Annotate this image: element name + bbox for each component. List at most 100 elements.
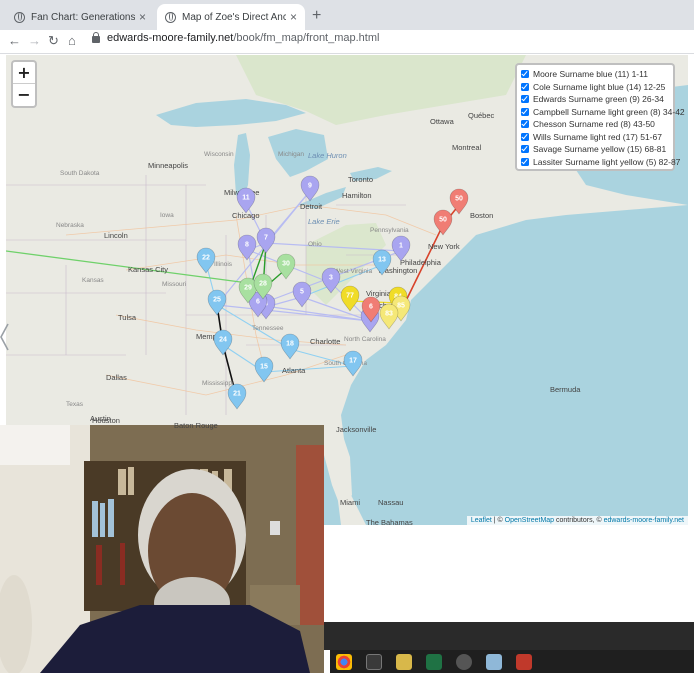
app-icon[interactable] <box>516 653 532 670</box>
marker-label: 8 <box>245 242 249 249</box>
tab-fan-chart[interactable]: Fan Chart: Generations: 8 × <box>6 4 154 30</box>
map-marker[interactable]: 83 <box>379 303 399 330</box>
forward-button[interactable]: → <box>28 33 41 48</box>
layer-label: Cole Surname light blue (14) 12-25 <box>533 81 666 92</box>
map-marker[interactable]: 30 <box>276 253 296 280</box>
url-host: edwards-moore-family.net <box>107 32 234 44</box>
layer-label: Savage Surname yellow (15) 68-81 <box>533 144 667 155</box>
layer-label: Wills Surname light red (17) 51-67 <box>533 131 662 142</box>
marker-label: 5 <box>300 289 304 296</box>
checkbox[interactable] <box>521 95 529 104</box>
layer-toggle[interactable]: Wills Surname light red (17) 51-67 <box>521 131 669 144</box>
marker-label: 9 <box>308 183 312 190</box>
checkbox[interactable] <box>521 120 529 129</box>
marker-label: 30 <box>282 261 290 268</box>
tab-ancestor-map[interactable]: Map of Zoe's Direct Ancestors × <box>157 4 305 30</box>
map-marker[interactable]: 50 <box>449 188 469 215</box>
address-bar[interactable]: edwards-moore-family.net/book/fm_map/fro… <box>92 32 379 44</box>
marker-label: 17 <box>349 358 357 365</box>
zoom-control: + − <box>11 60 37 108</box>
browser-toolbar: ← → ↻ ⌂ edwards-moore-family.net/book/fm… <box>0 30 694 54</box>
ancestor-map[interactable]: MinneapolisMilwaukeeChicagoDetroitToront… <box>6 55 688 525</box>
marker-label: 18 <box>286 341 294 348</box>
map-marker[interactable]: 25 <box>207 289 227 316</box>
layer-toggle[interactable]: Chesson Surname red (8) 43-50 <box>521 118 669 131</box>
globe-icon <box>14 11 25 23</box>
home-button[interactable]: ⌂ <box>68 33 76 48</box>
map-marker[interactable]: 15 <box>254 356 274 383</box>
layer-toggle[interactable]: Savage Surname yellow (15) 68-81 <box>521 143 669 156</box>
map-marker[interactable]: 24 <box>213 329 233 356</box>
tab-title: Map of Zoe's Direct Ancestors <box>182 11 286 23</box>
map-marker[interactable]: 7 <box>256 227 276 254</box>
leaflet-link[interactable]: Leaflet <box>471 517 492 524</box>
chevron-left-icon[interactable] <box>0 322 10 352</box>
map-marker[interactable]: 3 <box>321 267 341 294</box>
checkbox[interactable] <box>521 132 529 141</box>
reload-button[interactable]: ↻ <box>48 33 59 49</box>
site-link[interactable]: edwards-moore-family.net <box>604 517 684 524</box>
map-marker[interactable]: 22 <box>196 247 216 274</box>
checkbox[interactable] <box>521 107 529 116</box>
zoom-out-button[interactable]: − <box>13 84 35 106</box>
chrome-icon[interactable] <box>336 653 352 670</box>
hp-icon[interactable] <box>366 653 382 670</box>
map-marker[interactable]: 50 <box>433 209 453 236</box>
layer-label: Edwards Surname green (9) 26-34 <box>533 94 664 105</box>
url-path: /book/fm_map/front_map.html <box>233 32 380 44</box>
layer-toggle[interactable]: Campbell Surname light green (8) 34-42 <box>521 106 685 119</box>
back-button[interactable]: ← <box>8 33 21 48</box>
layer-label: Lassiter Surname light yellow (5) 82-87 <box>533 156 681 167</box>
marker-label: 24 <box>219 337 227 344</box>
obs-icon[interactable] <box>456 653 472 670</box>
map-marker[interactable]: 77 <box>340 285 360 312</box>
close-tab-icon[interactable]: × <box>139 10 146 24</box>
excel-icon[interactable] <box>426 653 442 670</box>
layer-toggle[interactable]: Lassiter Surname light yellow (5) 82-87 <box>521 156 680 169</box>
attribution-text: | © <box>491 517 505 524</box>
marker-label: 13 <box>378 257 386 264</box>
checkbox[interactable] <box>521 70 529 79</box>
checkbox[interactable] <box>521 145 529 154</box>
map-attribution: Leaflet | © OpenStreetMap contributors, … <box>466 516 688 525</box>
map-marker[interactable]: 18 <box>280 333 300 360</box>
marker-label: 83 <box>385 311 393 318</box>
lock-icon <box>92 32 100 43</box>
marker-label: 50 <box>455 196 463 203</box>
marker-label: 50 <box>439 217 447 224</box>
marker-label: 11 <box>242 195 250 202</box>
map-marker[interactable]: 17 <box>343 350 363 377</box>
map-marker[interactable]: 8 <box>237 234 257 261</box>
map-marker[interactable]: 9 <box>300 175 320 202</box>
close-tab-icon[interactable]: × <box>290 10 297 24</box>
map-marker[interactable]: 13 <box>372 249 392 276</box>
marker-label: 6 <box>369 304 373 311</box>
tab-title: Fan Chart: Generations: 8 <box>31 11 135 23</box>
app-icon[interactable] <box>486 653 502 670</box>
desktop-background <box>324 622 694 650</box>
map-marker[interactable]: 5 <box>292 281 312 308</box>
zoom-in-button[interactable]: + <box>13 62 35 84</box>
marker-label: 77 <box>346 293 354 300</box>
browser-tab-bar: Fan Chart: Generations: 8 × Map of Zoe's… <box>0 0 694 30</box>
marker-label: 22 <box>202 255 210 262</box>
layer-toggle[interactable]: Edwards Surname green (9) 26-34 <box>521 93 669 106</box>
layer-label: Moore Surname blue (11) 1-11 <box>533 69 648 80</box>
map-marker[interactable]: 11 <box>236 187 256 214</box>
map-marker[interactable]: 21 <box>227 383 247 410</box>
marker-label: 7 <box>264 235 268 242</box>
new-tab-button[interactable]: + <box>312 7 321 25</box>
attribution-text: contributors, © <box>554 517 604 524</box>
windows-taskbar <box>330 650 694 673</box>
notes-icon[interactable] <box>396 653 412 670</box>
marker-label: 1 <box>399 243 403 250</box>
globe-icon <box>165 11 176 23</box>
marker-label: 21 <box>233 391 241 398</box>
checkbox[interactable] <box>521 157 529 166</box>
map-marker[interactable]: 1 <box>391 235 411 262</box>
checkbox[interactable] <box>521 82 529 91</box>
marker-label: 25 <box>213 297 221 304</box>
layer-toggle[interactable]: Cole Surname light blue (14) 12-25 <box>521 81 669 94</box>
layer-toggle[interactable]: Moore Surname blue (11) 1-11 <box>521 68 669 81</box>
osm-link[interactable]: OpenStreetMap <box>505 517 554 524</box>
